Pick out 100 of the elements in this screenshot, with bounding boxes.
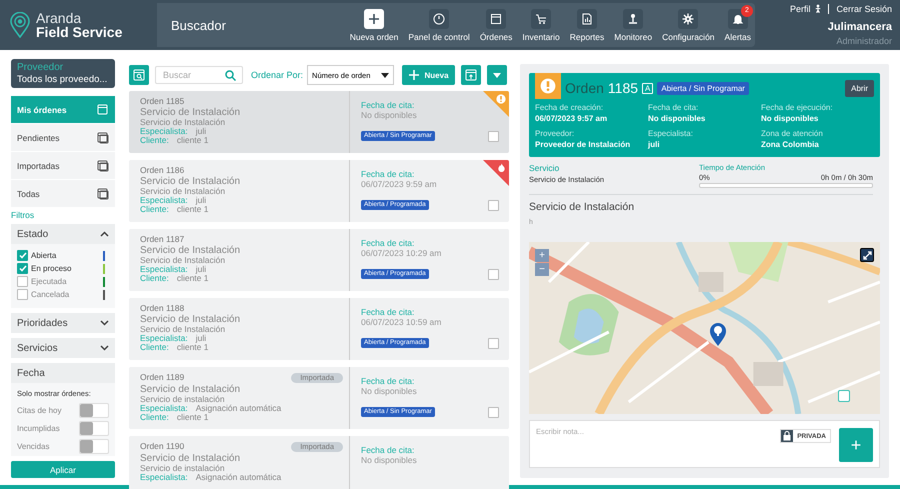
toggle-label: Citas de hoy <box>17 406 62 414</box>
person-icon <box>815 4 822 14</box>
order-service-subtitle: Servicio de Instalación <box>140 118 226 128</box>
checkbox[interactable] <box>488 338 499 349</box>
status-option-label: Cancelada <box>31 290 70 299</box>
specialist-value: Asignación automática <box>196 473 282 482</box>
search-icon <box>225 70 236 80</box>
bell-icon <box>732 12 744 24</box>
order-letter-badge: A <box>642 82 654 94</box>
client-value: cliente 1 <box>176 343 208 352</box>
settings-icon <box>682 12 694 24</box>
order-service-title: Servicio de Instalación <box>140 246 242 256</box>
person-pin-icon <box>627 12 640 24</box>
status-option-label: En proceso <box>31 264 72 273</box>
checkbox[interactable] <box>488 268 499 280</box>
plus-icon <box>368 12 380 24</box>
view-tab[interactable]: Todas <box>11 180 115 208</box>
view-tab[interactable]: Importadas <box>11 152 115 180</box>
nav-button[interactable]: Configuración <box>658 8 719 42</box>
client-value: cliente 1 <box>176 136 208 146</box>
client-label: Cliente: <box>140 136 169 146</box>
filter-section-header[interactable]: Estado <box>11 224 115 244</box>
toggle-switch[interactable] <box>79 402 109 418</box>
checkbox[interactable] <box>488 130 499 142</box>
nav-button[interactable]: Nueva orden <box>346 8 402 42</box>
nav-button[interactable]: Reportes <box>566 8 608 42</box>
specialist-label: Especialista: <box>140 196 188 206</box>
location-pin-logo-icon <box>10 12 30 38</box>
detail-field-value: No disponibles <box>648 114 706 123</box>
checkbox[interactable] <box>488 200 499 211</box>
brand-name: Aranda <box>36 11 82 25</box>
filter-section-header[interactable]: Servicios <box>11 338 115 358</box>
status-option-label: Abierta <box>31 251 58 260</box>
order-service-subtitle: Servicio de Instalación <box>140 187 226 196</box>
toggle-switch[interactable] <box>79 420 109 436</box>
fullscreen-button[interactable] <box>860 248 874 262</box>
order-number: Orden 1186 <box>140 166 184 175</box>
order-number: Orden 1188 <box>140 304 184 313</box>
window-icon <box>97 188 109 200</box>
description-title: Servicio de Instalación <box>529 201 636 213</box>
client-label: Cliente: <box>140 205 169 214</box>
gauge-icon <box>433 12 446 24</box>
appointment-date-label: Fecha de cita: <box>361 170 416 180</box>
appointment-date-value: No disponibles <box>361 386 418 397</box>
order-number: Orden 1189 <box>140 373 184 382</box>
plus-icon <box>408 70 419 80</box>
window-icon <box>97 104 109 116</box>
open-button[interactable]: Abrir <box>845 80 874 96</box>
nav-button[interactable]: Inventario <box>518 8 564 42</box>
more-options-button[interactable] <box>487 65 508 85</box>
appointment-date-label: Fecha de cita: <box>361 377 416 387</box>
specialist-value: juli <box>196 334 206 344</box>
toggle-label: Vencidas <box>17 442 50 450</box>
search-filter-button[interactable] <box>129 65 149 85</box>
checkbox[interactable] <box>17 276 28 287</box>
detail-field-value: Zona Colombia <box>761 140 820 149</box>
detail-field-value: 06/07/2023 9:57 am <box>535 114 608 123</box>
filter-section-header: Fecha <box>11 363 115 383</box>
nav-button[interactable]: Monitoreo <box>610 8 656 42</box>
search-field[interactable]: Buscar <box>155 66 243 84</box>
map-checkbox[interactable] <box>838 390 850 402</box>
specialist-label: Especialista: <box>140 334 188 344</box>
appointment-date-label: Fecha de cita: <box>361 446 416 456</box>
order-number: Orden 1190 <box>140 442 184 452</box>
profile-link[interactable]: Perfil <box>790 4 810 14</box>
window-icon <box>490 12 502 24</box>
specialist-value: Asignación automática <box>196 404 282 414</box>
order-title: Orden <box>565 80 604 96</box>
service-label: Servicio <box>529 163 560 173</box>
brand-product: Field Service <box>36 25 122 39</box>
window-search-icon <box>133 69 145 81</box>
provider-dropdown[interactable]: Proveedor Todos los proveedo... <box>11 59 115 88</box>
logout-link[interactable]: Cerrar Sesión <box>836 4 892 14</box>
specialist-label: Especialista: <box>140 404 188 414</box>
order-number: 1185 <box>608 80 638 96</box>
filter-section-header[interactable]: Prioridades <box>11 313 115 333</box>
detail-field-value: No disponibles <box>761 114 820 123</box>
specialist-label: Especialista: <box>140 473 188 482</box>
view-tab[interactable]: Pendientes <box>11 124 115 152</box>
window-icon <box>97 160 109 172</box>
appointment-date-value: 06/07/2023 9:59 am <box>361 180 438 190</box>
dropdown-caret-icon <box>381 72 390 78</box>
nav-button[interactable]: Órdenes <box>476 8 516 42</box>
section-title: Buscador <box>170 18 227 32</box>
checkbox[interactable] <box>17 250 28 261</box>
nav-button[interactable]: Panel de control <box>404 8 474 42</box>
order-service-subtitle: Servicio de instalación <box>140 464 226 474</box>
cart-icon <box>535 12 548 24</box>
detail-field-value: juli <box>648 140 661 149</box>
chevron-down-icon <box>100 320 109 326</box>
filters-label: Filtros <box>11 210 36 220</box>
checkbox[interactable] <box>17 289 28 300</box>
specialist-value: juli <box>196 127 206 136</box>
specialist-label: Especialista: <box>140 265 188 274</box>
checkbox[interactable] <box>17 263 28 274</box>
order-service-title: Servicio de Instalación <box>140 314 242 326</box>
toggle-switch[interactable] <box>79 438 109 454</box>
user-name: Julimancera <box>828 21 892 33</box>
import-button[interactable] <box>461 65 482 85</box>
checkbox[interactable] <box>488 406 499 418</box>
